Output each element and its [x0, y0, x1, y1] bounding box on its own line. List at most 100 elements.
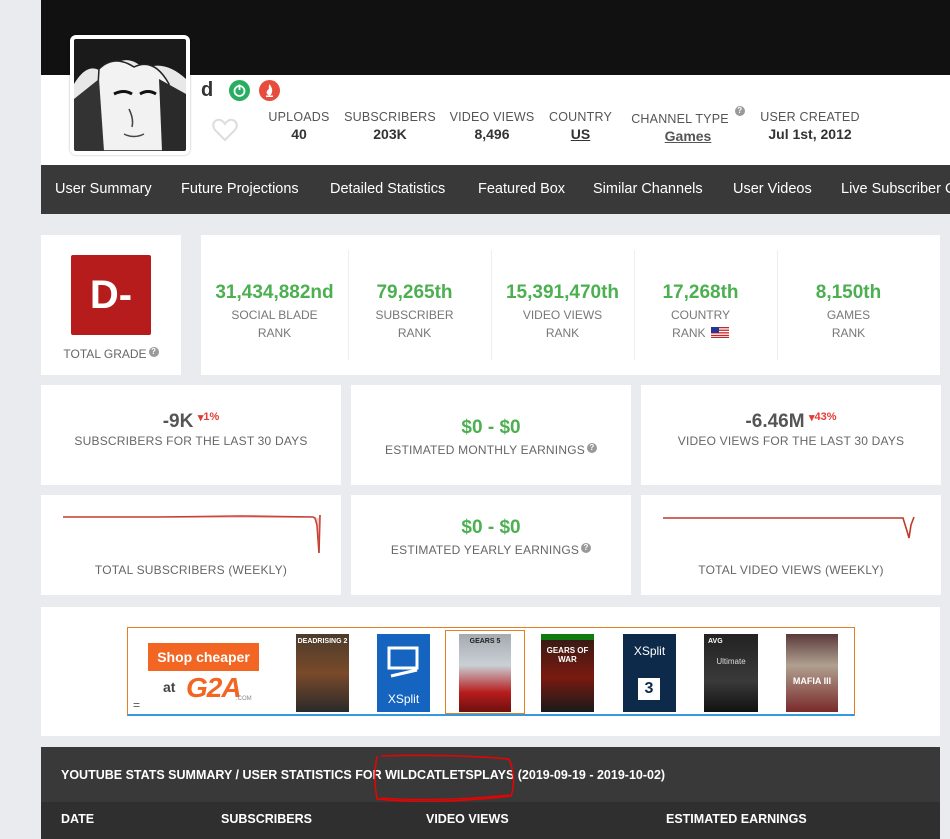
channel-avatar[interactable]: [70, 35, 190, 155]
g2a-logo: G2A: [186, 672, 242, 704]
monthly-earnings-card: $0 - $0 ESTIMATED MONTHLY EARNINGS?: [351, 385, 631, 485]
weekly-subs-label: TOTAL SUBSCRIBERS (WEEKLY): [94, 563, 288, 577]
rank-label: VIDEO VIEWS: [522, 308, 603, 322]
subs-30-day-label: SUBSCRIBERS FOR THE LAST 30 DAYS: [74, 434, 308, 448]
ad-corner: =: [133, 698, 141, 712]
summary-title: YOUTUBE STATS SUMMARY / USER STATISTICS …: [61, 754, 666, 803]
stat-subscribers: SUBSCRIBERS 203K: [344, 110, 436, 142]
dead-rising-2-cover[interactable]: DEADRISING 2: [296, 634, 349, 712]
stat-country: COUNTRY US: [547, 110, 614, 142]
gears-5-cover[interactable]: GEARS 5: [459, 634, 511, 712]
yearly-earnings-label: ESTIMATED YEARLY EARNINGS?: [351, 543, 631, 557]
help-icon[interactable]: ?: [586, 443, 597, 453]
channel-type-link[interactable]: Games: [627, 128, 749, 144]
stat-value: 203K: [373, 126, 407, 142]
summary-range: (2019-09-19 - 2019-10-02): [517, 768, 666, 782]
stats-summary-header: YOUTUBE STATS SUMMARY / USER STATISTICS …: [41, 747, 940, 803]
at-label: at: [163, 679, 176, 695]
yearly-earnings-card: $0 - $0 ESTIMATED YEARLY EARNINGS?: [351, 495, 631, 595]
xsplit-3-cover[interactable]: XSplit 3: [623, 634, 676, 712]
gears-of-war-cover[interactable]: GEARS OF WAR: [541, 634, 594, 712]
xsplit-cover[interactable]: XSplit: [377, 634, 430, 712]
nav-featured-box[interactable]: Featured Box: [478, 181, 565, 197]
stat-label: CHANNEL TYPE: [631, 112, 729, 126]
channel-name: d: [201, 79, 214, 101]
total-grade-label: TOTAL GRADE?: [41, 347, 181, 361]
stat-value: 40: [291, 126, 307, 142]
shop-cheaper-label: Shop cheaper: [148, 643, 259, 671]
us-flag-icon: [710, 327, 729, 338]
rank-label: SOCIAL BLADE: [231, 308, 318, 322]
help-icon[interactable]: ?: [148, 347, 159, 357]
rank-country: 17,268th COUNTRY RANK: [629, 282, 772, 342]
stat-value: Jul 1st, 2012: [768, 126, 852, 142]
nav-live-subscriber-count[interactable]: Live Subscriber C: [841, 181, 950, 197]
summary-channel: WILDCATLETSPLAYS: [374, 754, 518, 803]
tile-title: DEADRISING 2: [297, 638, 348, 645]
rank-games: 8,150th GAMES RANK: [777, 282, 920, 342]
subs-30-day-change: 1%: [203, 411, 220, 423]
help-icon[interactable]: ?: [581, 543, 592, 553]
summary-prefix: YOUTUBE STATS SUMMARY / USER STATISTICS …: [61, 768, 382, 782]
monitor-icon: [387, 646, 419, 678]
stat-user-created: USER CREATED Jul 1st, 2012: [760, 110, 860, 142]
total-grade-badge: D-: [71, 255, 151, 335]
label-text: ESTIMATED MONTHLY EARNINGS: [385, 443, 585, 457]
stat-channel-type: CHANNEL TYPE? Games: [627, 106, 749, 144]
col-estimated-earnings: ESTIMATED EARNINGS: [666, 812, 807, 826]
avg-ultimate-cover[interactable]: AVG Ultimate: [704, 634, 758, 712]
views-30-day-card: -6.46M ▾43% VIDEO VIEWS FOR THE LAST 30 …: [641, 385, 941, 485]
rank-label: SUBSCRIBER: [375, 308, 454, 322]
stat-label: UPLOADS: [268, 110, 330, 124]
nav-similar-channels[interactable]: Similar Channels: [593, 181, 703, 197]
stat-video-views: VIDEO VIEWS 8,496: [448, 110, 536, 142]
views-30-day-label: VIDEO VIEWS FOR THE LAST 30 DAYS: [677, 434, 905, 448]
label-text: ESTIMATED YEARLY EARNINGS: [390, 543, 580, 557]
nav-future-projections[interactable]: Future Projections: [181, 181, 299, 197]
col-subscribers: SUBSCRIBERS: [221, 812, 312, 826]
subs-30-day-value: -9K: [162, 411, 194, 432]
nav-detailed-statistics[interactable]: Detailed Statistics: [330, 181, 445, 197]
stat-label: SUBSCRIBERS: [344, 110, 436, 124]
favorite-heart-icon[interactable]: [211, 116, 239, 144]
mafia-3-cover[interactable]: MAFIA III: [786, 634, 838, 712]
subs-30-day-card: -9K ▾1% SUBSCRIBERS FOR THE LAST 30 DAYS: [41, 385, 341, 485]
rank-value: 15,391,470th: [505, 282, 620, 303]
rank-label: RANK: [257, 326, 292, 340]
rank-label: GAMES: [826, 308, 871, 322]
power-icon: [229, 80, 250, 101]
col-video-views: VIDEO VIEWS: [426, 812, 509, 826]
tile-title: XSplit: [387, 692, 420, 706]
brand-text: G2A: [186, 672, 242, 703]
rank-value: 8,150th: [815, 282, 882, 303]
brand-suffix: .COM: [236, 696, 252, 702]
rank-label: RANK: [397, 326, 432, 340]
views-30-day-change: 43%: [814, 411, 837, 423]
rank-label: RANK: [672, 326, 706, 340]
nav-user-summary[interactable]: User Summary: [55, 181, 152, 197]
rank-value: 17,268th: [662, 282, 739, 303]
country-link[interactable]: US: [547, 126, 614, 142]
rank-subscriber: 79,265th SUBSCRIBER RANK: [343, 282, 486, 342]
rank-label: RANK: [545, 326, 580, 340]
stat-label: USER CREATED: [760, 110, 860, 124]
rank-label: COUNTRY: [670, 308, 731, 322]
weekly-views-sparkline: [663, 516, 915, 539]
weekly-subs-card: TOTAL SUBSCRIBERS (WEEKLY): [41, 495, 341, 595]
weekly-subs-sparkline: [63, 514, 321, 554]
avatar-image: [74, 39, 186, 151]
nav-user-videos[interactable]: User Videos: [733, 181, 812, 197]
rank-label: RANK: [831, 326, 866, 340]
rank-value: 31,434,882nd: [215, 282, 334, 303]
weekly-views-label: TOTAL VIDEO VIEWS (WEEKLY): [698, 563, 884, 577]
tile-title: GEARS OF WAR: [546, 646, 589, 664]
help-icon[interactable]: ?: [734, 106, 745, 116]
stat-label: COUNTRY: [549, 110, 612, 124]
col-date: DATE: [61, 812, 95, 826]
rank-social-blade: 31,434,882nd SOCIAL BLADE RANK: [201, 282, 348, 342]
views-30-day-value: -6.46M: [745, 411, 805, 432]
yearly-earnings-value: $0 - $0: [461, 517, 521, 538]
weekly-views-card: TOTAL VIDEO VIEWS (WEEKLY): [641, 495, 941, 595]
rank-video-views: 15,391,470th VIDEO VIEWS RANK: [491, 282, 634, 342]
grade-label-text: TOTAL GRADE: [63, 347, 147, 361]
